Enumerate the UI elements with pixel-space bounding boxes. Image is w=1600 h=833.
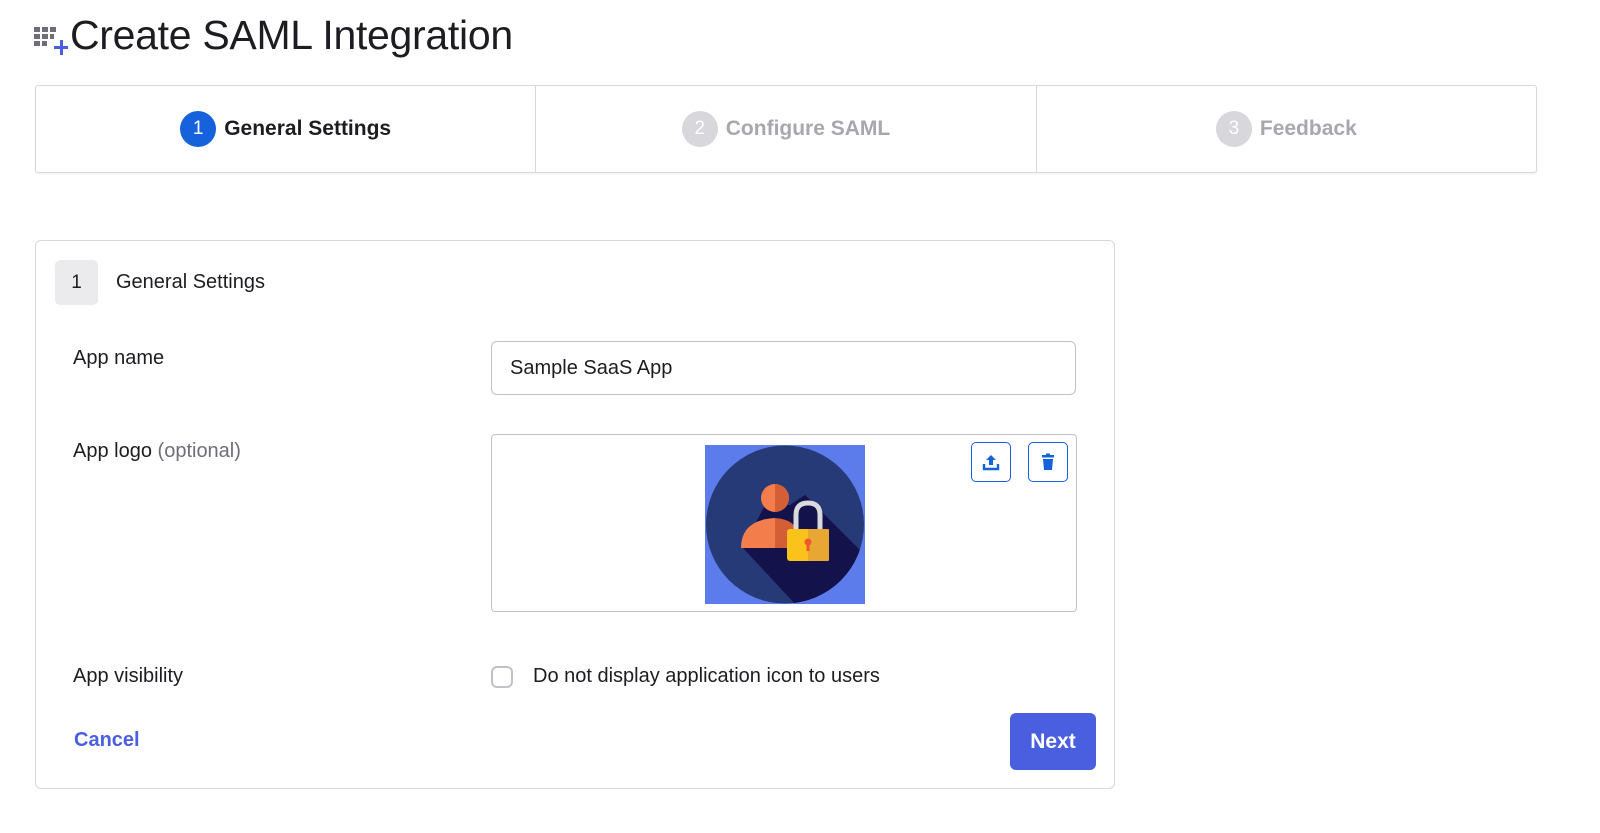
app-logo-dropzone[interactable] (491, 434, 1077, 612)
trash-icon (1042, 453, 1054, 470)
upload-icon (982, 455, 1000, 471)
add-app-grid-icon (34, 15, 70, 55)
app-name-label: App name (73, 347, 165, 369)
page-header: Create SAML Integration (34, 10, 513, 60)
step-feedback[interactable]: 3 Feedback (1037, 86, 1536, 172)
section-number: 1 (55, 260, 98, 305)
hide-app-icon-label[interactable]: Do not display application icon to users (533, 665, 880, 688)
step-label: Configure SAML (725, 117, 891, 140)
next-button[interactable]: Next (1010, 713, 1096, 770)
step-label: Feedback (1259, 117, 1357, 140)
step-number-badge: 3 (1215, 111, 1252, 147)
cancel-button[interactable]: Cancel (74, 729, 140, 752)
app-logo-label-text: App logo (73, 440, 152, 462)
app-logo-label: App logo (optional) (73, 440, 241, 463)
wizard-stepper: 1 General Settings 2 Configure SAML 3 Fe… (35, 85, 1537, 173)
step-number-badge: 1 (180, 111, 217, 147)
delete-logo-button[interactable] (1028, 442, 1068, 482)
section-title: General Settings (116, 271, 265, 293)
upload-logo-button[interactable] (971, 442, 1011, 482)
step-configure-saml[interactable]: 2 Configure SAML (536, 86, 1037, 172)
step-number-badge: 2 (681, 111, 718, 147)
app-visibility-label: App visibility (73, 665, 184, 687)
page-title: Create SAML Integration (70, 12, 513, 58)
hide-app-icon-checkbox[interactable] (491, 666, 513, 688)
user-lock-icon (705, 445, 865, 604)
section-header: 1 General Settings (55, 260, 265, 305)
app-name-input[interactable] (491, 341, 1076, 395)
optional-hint: (optional) (157, 440, 241, 462)
step-label: General Settings (224, 117, 392, 140)
step-general-settings[interactable]: 1 General Settings (36, 86, 537, 172)
general-settings-card: 1 General Settings App name App logo (op… (35, 240, 1115, 789)
